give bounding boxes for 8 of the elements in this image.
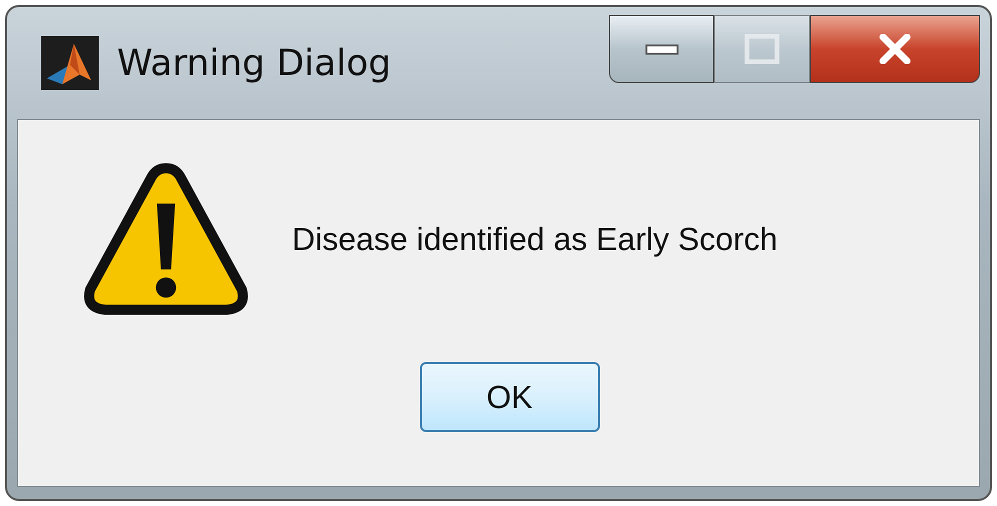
app-icon [41,36,99,90]
close-button[interactable] [810,15,980,83]
maximize-icon [744,34,780,64]
ok-button[interactable]: OK [420,362,600,432]
window-title: Warning Dialog [117,42,392,84]
message-text: Disease identified as Early Scorch [292,220,778,258]
close-icon [877,34,913,64]
minimize-button[interactable] [609,15,714,83]
